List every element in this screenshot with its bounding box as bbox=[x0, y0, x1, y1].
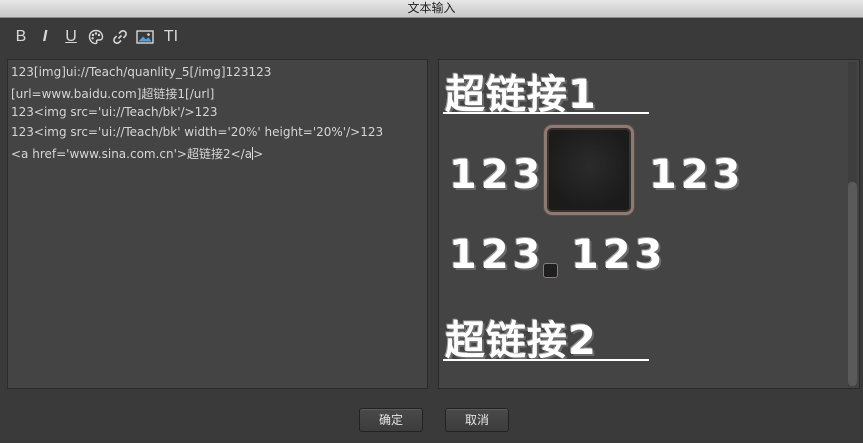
preview-row1-right: 123 bbox=[649, 152, 745, 198]
bold-button[interactable]: B bbox=[11, 26, 31, 48]
link-button[interactable] bbox=[110, 26, 130, 48]
preview-image-small bbox=[543, 263, 558, 278]
editor-line-2: [url=www.baidu.com]超链接1[/url] bbox=[11, 87, 215, 101]
preview-row2-left: 123 bbox=[449, 232, 545, 278]
editor-line-5: <a href='www.sina.com.cn'>超链接2</a> bbox=[11, 145, 263, 162]
palette-icon bbox=[88, 29, 104, 45]
preview-scrollbar-thumb[interactable] bbox=[848, 182, 857, 386]
editor-line-1: 123[img]ui://Teach/quanlity_5[/img]12312… bbox=[11, 65, 272, 79]
font-size-button[interactable]: TI bbox=[160, 26, 182, 48]
editor-line-5-after-caret: > bbox=[253, 147, 264, 161]
editor-line-3: 123<img src='ui://Teach/bk'/>123 bbox=[11, 105, 218, 119]
link-2-underline bbox=[443, 359, 649, 361]
underline-button[interactable]: U bbox=[61, 26, 81, 48]
cancel-button[interactable]: 取消 bbox=[445, 408, 509, 432]
preview-scrollbar[interactable] bbox=[848, 62, 857, 386]
preview-link-2[interactable]: 超链接2 bbox=[445, 308, 597, 366]
preview-image-large bbox=[544, 125, 634, 215]
editor-line-5-before-caret: <a href='www.sina.com.cn'>超链接2</a bbox=[11, 147, 253, 161]
format-toolbar: B I U TI bbox=[0, 18, 863, 56]
preview-row2-right: 123 bbox=[571, 232, 667, 278]
italic-button[interactable]: I bbox=[35, 26, 55, 48]
editor-line-4: 123<img src='ui://Teach/bk' width='20%' … bbox=[11, 125, 384, 139]
image-icon bbox=[136, 30, 154, 44]
color-button[interactable] bbox=[86, 26, 106, 48]
rich-text-preview: 超链接1 123 123 123 123 超链接2 bbox=[438, 59, 860, 389]
link-icon bbox=[113, 30, 127, 44]
window-title: 文本输入 bbox=[0, 0, 863, 18]
ok-button[interactable]: 确定 bbox=[359, 408, 423, 432]
image-button[interactable] bbox=[135, 26, 155, 48]
link-1-underline bbox=[443, 112, 649, 114]
text-input-editor[interactable]: 123[img]ui://Teach/quanlity_5[/img]12312… bbox=[7, 59, 428, 389]
preview-row1-left: 123 bbox=[449, 152, 545, 198]
